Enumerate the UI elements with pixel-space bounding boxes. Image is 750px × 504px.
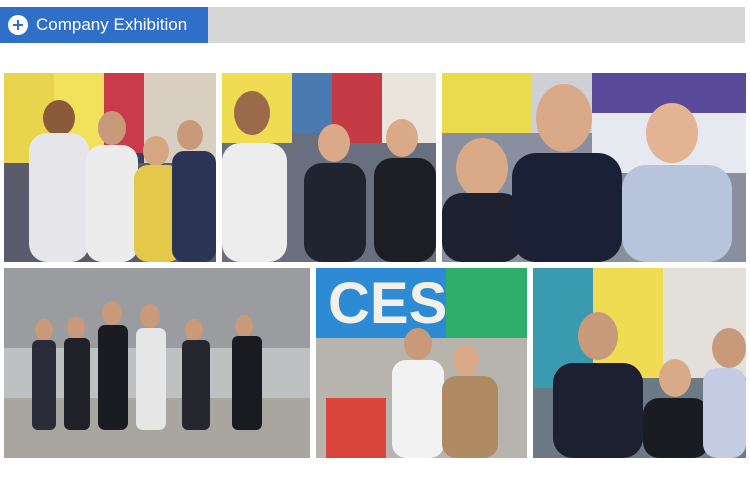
exhibition-photo-3[interactable] [442,73,746,262]
exhibition-photo-2[interactable] [222,73,436,262]
plus-circle-icon [8,15,28,35]
section-tab[interactable]: Company Exhibition [0,7,208,43]
exhibition-photo-5[interactable]: CES [316,268,527,458]
exhibition-photo-6[interactable] [533,268,746,458]
exhibition-photo-4[interactable] [4,268,310,458]
exhibition-photo-1[interactable] [4,73,216,262]
section-title: Company Exhibition [36,15,188,34]
section-header: Company Exhibition [0,7,745,43]
ces-sign-text: CES [328,271,447,336]
